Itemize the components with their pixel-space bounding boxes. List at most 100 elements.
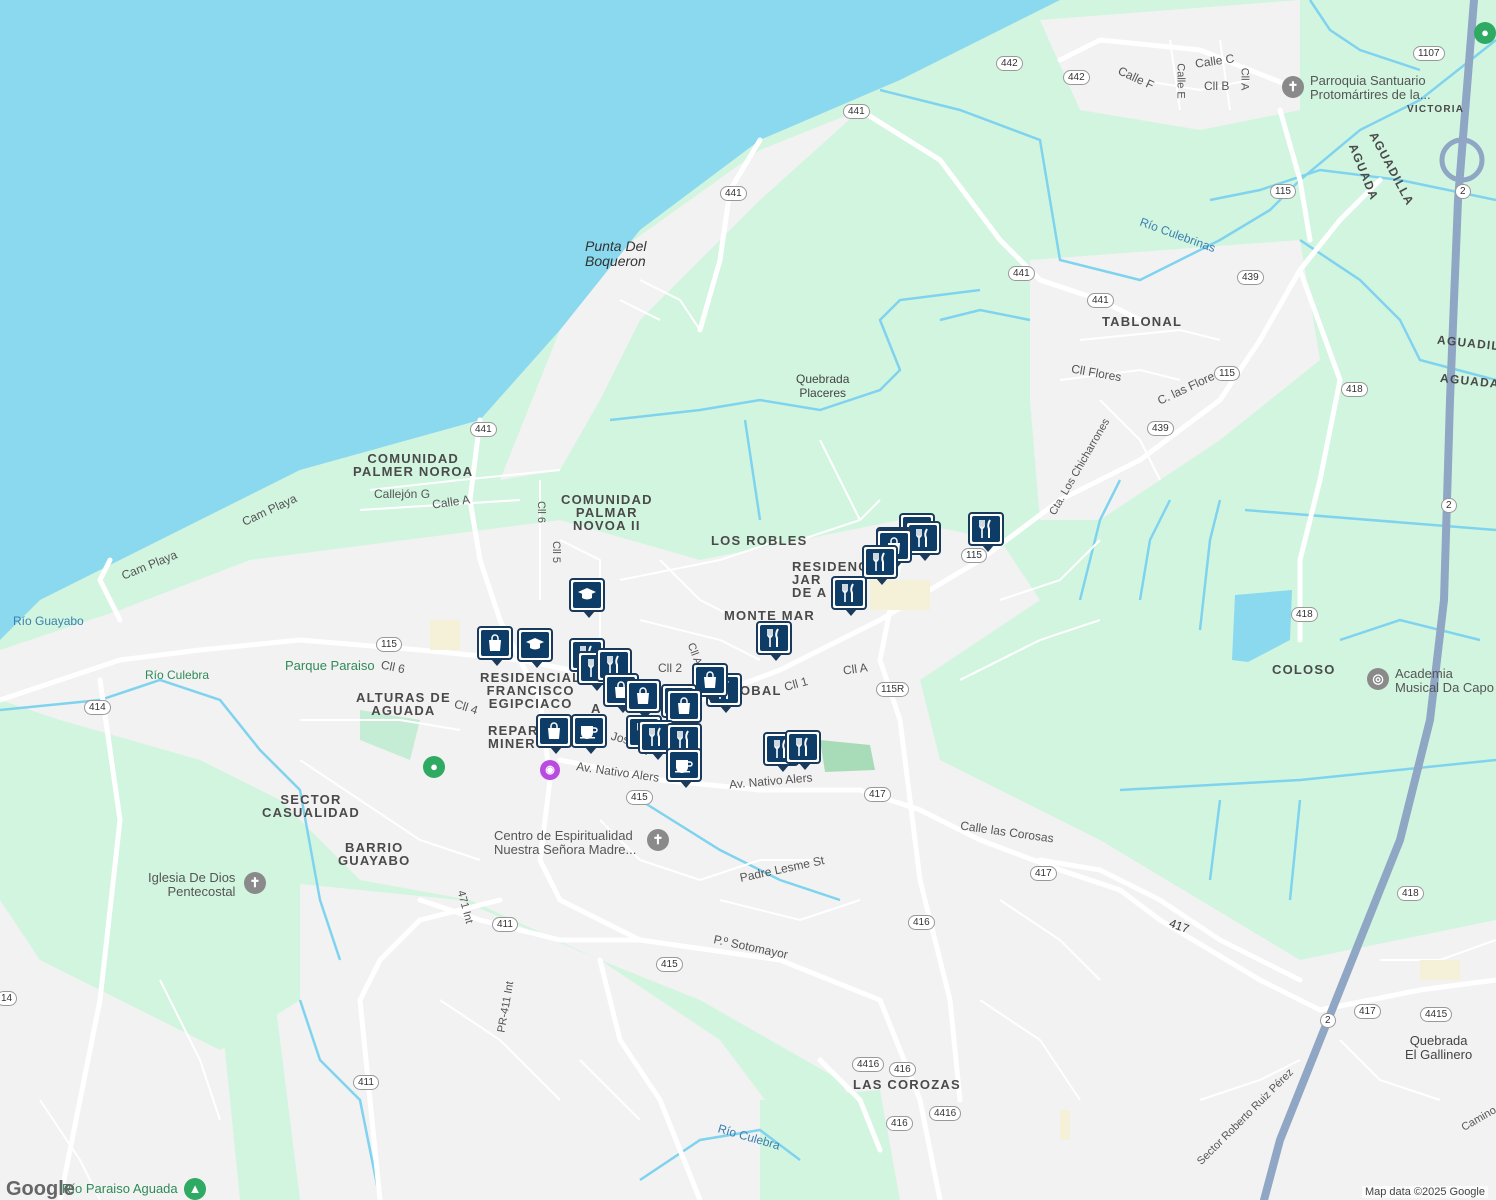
shopping-bag-icon bbox=[481, 630, 509, 656]
area-label-los-robles: LOS ROBLES bbox=[711, 533, 808, 548]
shopping-bag-icon bbox=[629, 683, 657, 709]
route-shield: 418 bbox=[1397, 886, 1424, 901]
route-shield: 115 bbox=[376, 637, 402, 652]
shopping-bag-icon bbox=[540, 718, 568, 744]
route-shield: 2 bbox=[1320, 1013, 1336, 1028]
graduation-cap-icon bbox=[573, 582, 601, 608]
google-logo: Google bbox=[6, 1178, 75, 1200]
school-marker[interactable] bbox=[569, 578, 605, 618]
route-shield: 441 bbox=[1087, 293, 1114, 308]
poi-label-parque-paraiso[interactable]: Parque Paraiso bbox=[285, 658, 375, 673]
route-shield: 441 bbox=[720, 186, 747, 201]
route-shield: 4415 bbox=[1420, 1007, 1453, 1022]
route-shield: 439 bbox=[1237, 270, 1264, 285]
restaurant-marker[interactable] bbox=[831, 576, 867, 616]
poi-label-academia[interactable]: Academia Musical Da Capo bbox=[1395, 667, 1494, 695]
route-shield: 441 bbox=[843, 104, 870, 119]
urban-block bbox=[430, 620, 460, 650]
urban-block bbox=[1420, 960, 1460, 980]
route-shield: 441 bbox=[1008, 266, 1035, 281]
route-shield: 14 bbox=[0, 991, 18, 1006]
restaurant-marker[interactable] bbox=[968, 512, 1004, 552]
route-shield: 2 bbox=[1441, 498, 1457, 513]
area-label-reparto: REPAR MINER bbox=[488, 723, 539, 751]
street-label: Cll 6 bbox=[535, 500, 548, 524]
church-icon[interactable]: ✝ bbox=[1282, 76, 1304, 98]
area-label-alturas: ALTURAS DE AGUADA bbox=[356, 690, 451, 718]
route-shield: 441 bbox=[470, 422, 497, 437]
area-label-obal: OBAL bbox=[740, 683, 782, 698]
area-label-tablonal: TABLONAL bbox=[1102, 314, 1183, 329]
area-label-las-corozas: LAS COROZAS bbox=[853, 1077, 961, 1092]
church-icon[interactable]: ✝ bbox=[244, 872, 266, 894]
route-shield: 415 bbox=[626, 790, 653, 805]
water-label-rio-guayabo: Río Guayabo bbox=[13, 614, 84, 628]
fork-knife-icon bbox=[789, 734, 817, 760]
route-shield: 1107 bbox=[1413, 46, 1445, 61]
poi-label-parroquia[interactable]: Parroquia Santuario Protomártires de la.… bbox=[1310, 74, 1431, 102]
cafe-marker[interactable] bbox=[571, 714, 607, 754]
street-label: Calle E bbox=[1174, 63, 1187, 99]
area-label-palmer-noroa: COMUNIDAD PALMER NOROA bbox=[353, 451, 474, 479]
shopping-marker[interactable] bbox=[536, 714, 572, 754]
poi-label-rio-paraiso[interactable]: Río Paraiso Aguada bbox=[62, 1181, 178, 1196]
street-label: Cll B bbox=[1204, 79, 1230, 93]
shopping-marker[interactable] bbox=[625, 679, 661, 719]
church-icon[interactable]: ✝ bbox=[647, 829, 669, 851]
street-label: Callejón G bbox=[374, 487, 431, 501]
area-label-residencial-francisco: RESIDENCIAL FRANCISCO EGIPCIACO bbox=[480, 670, 582, 711]
route-shield: 411 bbox=[353, 1075, 379, 1090]
route-shield: 442 bbox=[996, 56, 1023, 71]
route-shield: 416 bbox=[889, 1062, 916, 1077]
route-shield: 2 bbox=[1455, 184, 1471, 199]
route-shield: 439 bbox=[1147, 421, 1174, 436]
fork-knife-icon bbox=[835, 580, 863, 606]
music-school-icon[interactable]: ◎ bbox=[1367, 668, 1389, 690]
school-marker[interactable] bbox=[517, 628, 553, 668]
fork-knife-icon bbox=[760, 625, 788, 651]
route-shield: 416 bbox=[886, 1116, 913, 1131]
map-canvas[interactable]: COMUNIDAD PALMER NOROA COMUNIDAD PALMAR … bbox=[0, 0, 1496, 1200]
route-shield: 416 bbox=[908, 915, 935, 930]
water-label-rio-culebra: Río Culebra bbox=[145, 668, 210, 682]
park-icon[interactable]: ▲ bbox=[184, 1178, 206, 1200]
street-label: Cll 2 bbox=[658, 661, 683, 675]
poi-label-iglesia[interactable]: Iglesia De Dios Pentecostal bbox=[148, 871, 235, 899]
route-shield: 414 bbox=[84, 700, 111, 715]
place-label-quebrada-placeres: Quebrada Placeres bbox=[796, 372, 850, 400]
fork-knife-icon bbox=[972, 516, 1000, 542]
street-label: Cll 5 bbox=[550, 540, 563, 564]
restaurant-marker[interactable] bbox=[785, 730, 821, 770]
urban-block bbox=[1060, 1110, 1070, 1140]
cafe-marker[interactable] bbox=[666, 748, 702, 788]
park-icon[interactable]: ● bbox=[423, 756, 445, 778]
area-label-barrio-guayabo: BARRIO GUAYABO bbox=[338, 840, 411, 868]
area-label-coloso: COLOSO bbox=[1272, 662, 1336, 677]
shopping-marker[interactable] bbox=[666, 689, 702, 729]
restaurant-marker[interactable] bbox=[756, 621, 792, 661]
shopping-marker[interactable] bbox=[477, 626, 513, 666]
camera-icon[interactable]: ◉ bbox=[540, 760, 560, 780]
route-shield: 417 bbox=[1354, 1004, 1381, 1019]
route-shield: 417 bbox=[1030, 866, 1057, 881]
route-shield: 115R bbox=[876, 682, 910, 697]
route-shield: 115 bbox=[1270, 184, 1296, 199]
park-area bbox=[820, 740, 875, 772]
place-label-quebrada-gallinero: Quebrada El Gallinero bbox=[1405, 1033, 1473, 1062]
route-shield: 4416 bbox=[852, 1057, 885, 1072]
route-shield: 418 bbox=[1291, 607, 1318, 622]
route-shield: 115 bbox=[1214, 366, 1240, 381]
map-base-layer bbox=[0, 0, 1496, 1200]
area-label-sector-casualidad: SECTOR CASUALIDAD bbox=[262, 792, 360, 820]
route-shield: 4416 bbox=[929, 1106, 962, 1121]
poi-label-centro[interactable]: Centro de Espiritualidad Nuestra Señora … bbox=[494, 829, 636, 857]
fork-knife-icon bbox=[866, 549, 894, 575]
shopping-bag-icon bbox=[670, 693, 698, 719]
park-icon[interactable]: ● bbox=[1474, 22, 1496, 44]
coffee-cup-icon bbox=[670, 752, 698, 778]
map-data-attribution[interactable]: Map data ©2025 Google bbox=[1361, 1186, 1488, 1198]
graduation-cap-icon bbox=[521, 632, 549, 658]
place-label-punta-boqueron: Punta Del Boqueron bbox=[585, 238, 647, 269]
restaurant-marker[interactable] bbox=[862, 545, 898, 585]
route-shield: 415 bbox=[656, 957, 683, 972]
